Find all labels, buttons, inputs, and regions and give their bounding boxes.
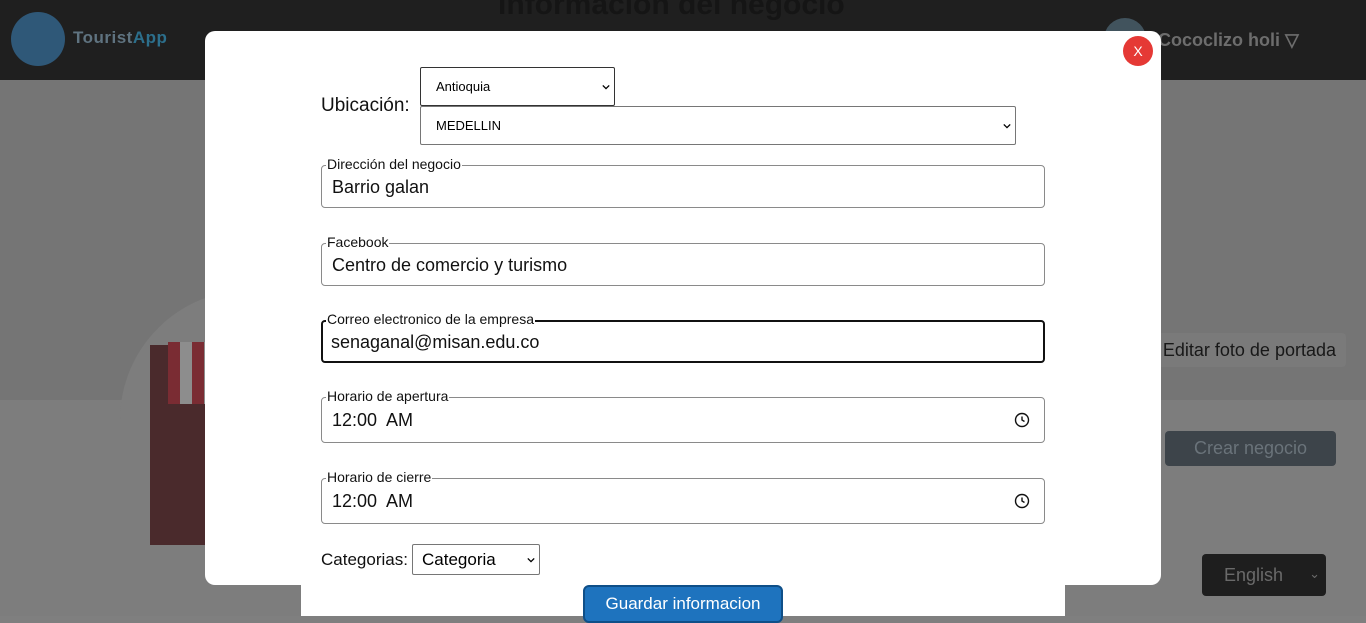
category-select[interactable]: Categoria [412,544,540,575]
closing-time-field[interactable]: Horario de cierre 12:00 AM [321,469,1045,524]
closing-time-input[interactable]: 12:00 AM [332,491,413,512]
company-email-field[interactable]: Correo electronico de la empresa senagan… [321,311,1045,363]
business-address-field[interactable]: Dirección del negocio Barrio galan [321,156,1045,208]
field-legend: Horario de cierre [326,469,433,485]
chevron-down-icon [602,84,610,90]
chevron-down-icon [527,557,535,563]
field-legend: Facebook [326,234,390,250]
city-value: MEDELLIN [436,118,502,133]
language-select[interactable]: English ⌄ [1202,554,1326,596]
user-menu-button[interactable]: Cococlizo holi ▽ [1158,30,1299,51]
chevron-down-icon [1003,123,1011,129]
language-value: English [1224,564,1284,585]
clock-icon[interactable] [1014,493,1030,509]
categories-label: Categorias: [321,550,408,569]
location-label: Ubicación: [321,95,410,116]
page-title: Información del negocio [498,0,845,21]
field-legend: Correo electronico de la empresa [326,311,535,327]
save-info-button[interactable]: Guardar informacion [583,585,783,623]
field-legend: Horario de apertura [326,388,450,404]
facebook-field[interactable]: Facebook Centro de comercio y turismo [321,234,1045,286]
department-value: Antioquia [436,79,491,94]
category-value: Categoria [422,549,496,569]
opening-time-input[interactable]: 12:00 AM [332,410,413,431]
clock-icon[interactable] [1014,412,1030,428]
department-select[interactable]: Antioquia [420,67,615,106]
opening-time-field[interactable]: Horario de apertura 12:00 AM [321,388,1045,443]
logo-text[interactable]: TouristApp [73,28,167,48]
business-address-input[interactable]: Barrio galan [332,177,429,198]
facebook-input[interactable]: Centro de comercio y turismo [332,255,567,276]
tourist-app-logo-icon[interactable] [11,12,65,66]
edit-cover-photo-button[interactable]: Editar foto de portada [1150,333,1346,367]
city-select[interactable]: MEDELLIN [420,106,1016,145]
chevron-down-icon: ⌄ [1309,566,1320,581]
create-business-button[interactable]: Crear negocio [1165,431,1336,466]
field-legend: Dirección del negocio [326,156,462,172]
close-button[interactable]: X [1123,36,1153,66]
company-email-input[interactable]: senaganal@misan.edu.co [331,332,539,353]
